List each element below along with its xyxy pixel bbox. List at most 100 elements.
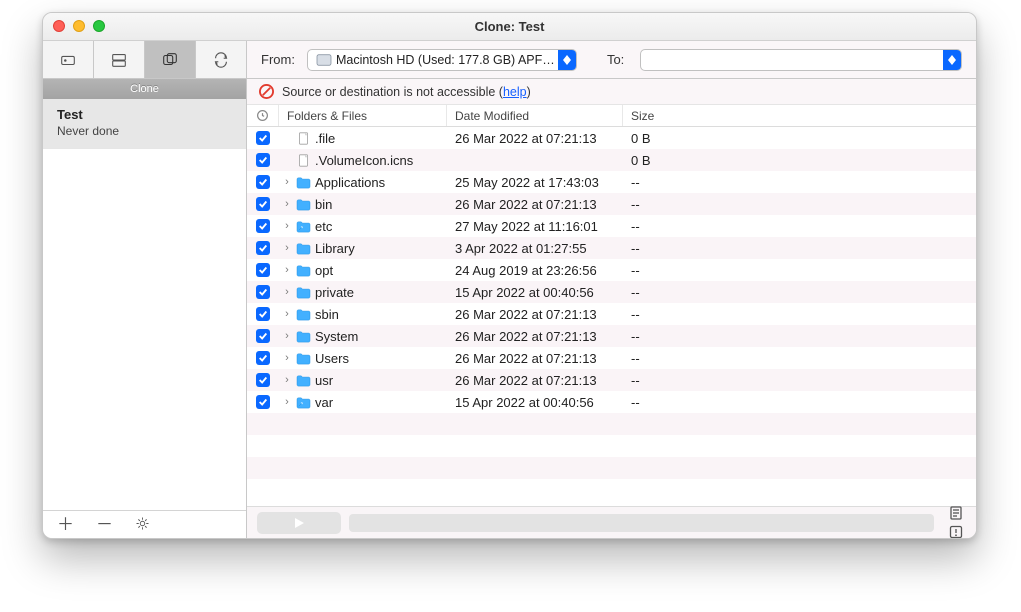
add-task-button[interactable]: ＋ [57, 516, 74, 533]
col-date[interactable]: Date Modified [447, 105, 623, 126]
row-checkbox[interactable] [256, 197, 270, 211]
disclosure-chevron-icon[interactable]: › [281, 352, 293, 364]
disclosure-chevron-icon[interactable]: › [281, 396, 293, 408]
remove-task-button[interactable]: － [96, 516, 113, 533]
table-row[interactable]: ›Library3 Apr 2022 at 01:27:55-- [247, 237, 976, 259]
file-date: 26 Mar 2022 at 07:21:13 [447, 303, 623, 325]
disclosure-chevron-icon[interactable]: › [281, 198, 293, 210]
file-icon [295, 152, 311, 168]
disclosure-chevron-icon[interactable]: › [281, 374, 293, 386]
link-icon [295, 394, 311, 410]
table-row[interactable]: ›sbin26 Mar 2022 at 07:21:13-- [247, 303, 976, 325]
settings-button[interactable] [135, 516, 150, 534]
document-icon [948, 505, 964, 521]
table-row[interactable]: › Users26 Mar 2022 at 07:21:13-- [247, 347, 976, 369]
warning-bar: Source or destination is not accessible … [247, 79, 976, 105]
disclosure-chevron-icon[interactable]: › [281, 308, 293, 320]
app-window: Clone: Test From: Macintosh HD (Used: 17… [42, 12, 977, 539]
disclosure-chevron-icon[interactable]: › [281, 286, 293, 298]
toolbar-segment [43, 41, 247, 78]
row-checkbox[interactable] [256, 241, 270, 255]
table-row[interactable]: ›etc27 May 2022 at 11:16:01-- [247, 215, 976, 237]
table-row[interactable]: ›var15 Apr 2022 at 00:40:56-- [247, 391, 976, 413]
to-label: To: [607, 52, 624, 67]
file-size: -- [623, 193, 723, 215]
minimize-window[interactable] [73, 20, 85, 32]
table-row[interactable]: ›usr26 Mar 2022 at 07:21:13-- [247, 369, 976, 391]
file-date: 26 Mar 2022 at 07:21:13 [447, 325, 623, 347]
table-row[interactable]: ›opt24 Aug 2019 at 23:26:56-- [247, 259, 976, 281]
folder-icon [295, 328, 311, 344]
file-size: -- [623, 281, 723, 303]
row-checkbox[interactable] [256, 351, 270, 365]
close-window[interactable] [53, 20, 65, 32]
main-panel: Source or destination is not accessible … [247, 79, 976, 538]
file-name: Users [315, 351, 447, 366]
sidebar-footer: ＋ － [43, 510, 246, 538]
empty-row [247, 457, 976, 479]
row-checkbox[interactable] [256, 175, 270, 189]
row-checkbox[interactable] [256, 219, 270, 233]
table-row[interactable]: ›bin26 Mar 2022 at 07:21:13-- [247, 193, 976, 215]
table-row[interactable]: ›System26 Mar 2022 at 07:21:13-- [247, 325, 976, 347]
sync-mode-button[interactable] [196, 41, 246, 78]
task-subtitle: Never done [57, 124, 232, 138]
folder-icon [295, 262, 311, 278]
row-checkbox[interactable] [256, 153, 270, 167]
help-link[interactable]: help [503, 85, 527, 99]
chevron-updown-icon [943, 50, 961, 70]
warning-text: Source or destination is not accessible … [282, 85, 531, 99]
folder-icon [295, 306, 311, 322]
clone-mode-button[interactable] [145, 41, 196, 78]
disclosure-chevron-icon[interactable]: › [281, 242, 293, 254]
row-checkbox[interactable] [256, 131, 270, 145]
empty-row [247, 435, 976, 457]
progress-bar [349, 514, 934, 532]
backup-mode-button[interactable] [43, 41, 94, 78]
row-checkbox[interactable] [256, 263, 270, 277]
drive-icon [316, 53, 332, 67]
file-size: -- [623, 391, 723, 413]
window-body: Clone TestNever done ＋ － Source or desti… [43, 79, 976, 538]
file-size: -- [623, 369, 723, 391]
file-date: 24 Aug 2019 at 23:26:56 [447, 259, 623, 281]
errors-button[interactable] [946, 524, 966, 539]
log-button[interactable] [946, 505, 966, 521]
file-name: Applications [315, 175, 447, 190]
row-checkbox[interactable] [256, 373, 270, 387]
row-checkbox[interactable] [256, 329, 270, 343]
file-size: -- [623, 171, 723, 193]
col-size[interactable]: Size [623, 105, 723, 126]
row-checkbox[interactable] [256, 307, 270, 321]
disclosure-chevron-icon[interactable]: › [281, 330, 293, 342]
run-button[interactable] [257, 512, 341, 534]
to-select[interactable] [640, 49, 962, 71]
bottom-bar [247, 506, 976, 538]
table-row[interactable]: › Applications25 May 2022 at 17:43:03-- [247, 171, 976, 193]
disclosure-chevron-icon[interactable]: › [281, 176, 293, 188]
file-date: 26 Mar 2022 at 07:21:13 [447, 347, 623, 369]
col-name[interactable]: Folders & Files [279, 105, 447, 126]
file-size: -- [623, 347, 723, 369]
row-checkbox[interactable] [256, 395, 270, 409]
table-row[interactable]: .file26 Mar 2022 at 07:21:130 B [247, 127, 976, 149]
table-row[interactable]: ›private15 Apr 2022 at 00:40:56-- [247, 281, 976, 303]
empty-row [247, 413, 976, 435]
no-entry-icon [259, 84, 274, 99]
sidebar: Clone TestNever done ＋ － [43, 79, 247, 538]
file-name: bin [315, 197, 447, 212]
table-row[interactable]: .VolumeIcon.icns0 B [247, 149, 976, 171]
folder-icon [295, 372, 311, 388]
col-status[interactable] [247, 105, 279, 126]
sidebar-task[interactable]: TestNever done [43, 99, 246, 149]
file-date: 25 May 2022 at 17:43:03 [447, 171, 623, 193]
file-size: 0 B [623, 149, 723, 171]
disclosure-chevron-icon[interactable]: › [281, 220, 293, 232]
chevron-updown-icon [558, 50, 576, 70]
zoom-window[interactable] [93, 20, 105, 32]
row-checkbox[interactable] [256, 285, 270, 299]
folder-icon [295, 240, 311, 256]
multi-backup-mode-button[interactable] [94, 41, 145, 78]
disclosure-chevron-icon[interactable]: › [281, 264, 293, 276]
from-select[interactable]: Macintosh HD (Used: 177.8 GB) APFS... [307, 49, 577, 71]
